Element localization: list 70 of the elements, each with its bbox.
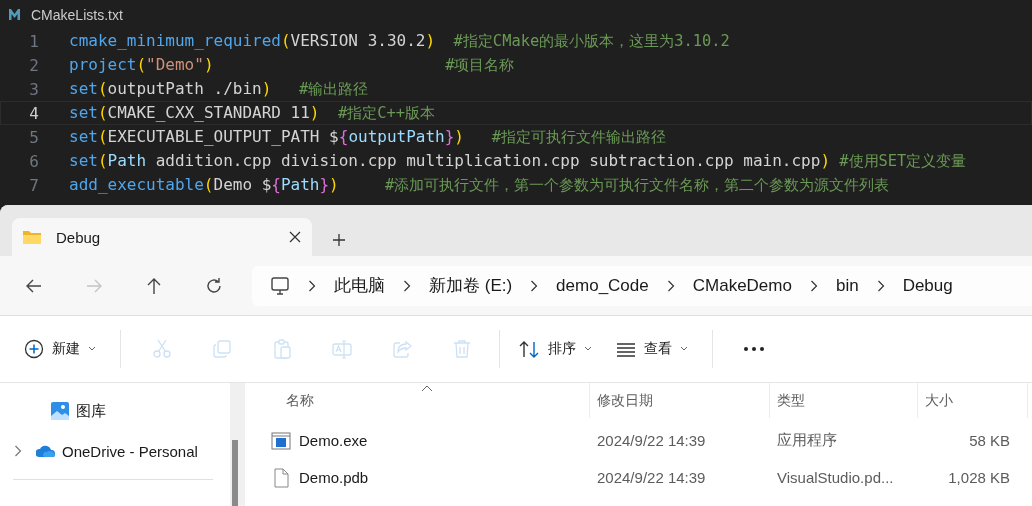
close-icon[interactable]: [288, 230, 302, 244]
more-icon: [743, 347, 765, 351]
column-header[interactable]: 类型: [770, 383, 918, 418]
code-line: project("Demo") #项目名称: [69, 54, 515, 76]
breadcrumb-item[interactable]: bin: [835, 275, 859, 296]
sort-caret-icon: [421, 384, 433, 392]
chevron-right-icon[interactable]: [876, 279, 885, 292]
add-icon: [24, 339, 44, 359]
chevron-down-icon: [584, 346, 592, 352]
line-number: 5: [28, 127, 39, 147]
gallery-icon: [50, 401, 70, 421]
line-number: 4: [28, 103, 39, 123]
clipboard-icon: [272, 339, 292, 359]
computer-icon: [270, 275, 290, 296]
cmake-file-icon: [8, 8, 21, 21]
chevron-down-icon: [88, 346, 96, 352]
explorer-tab[interactable]: Debug: [12, 218, 312, 256]
chevron-right-icon[interactable]: [809, 279, 818, 292]
code-line: cmake_minimum_required(VERSION 3.30.2) #指定CMake的最小版本，这里为3.10.2: [69, 30, 730, 52]
scrollbar-thumb[interactable]: [232, 440, 238, 506]
code-line: set(Path addition.cpp division.cpp multiplication.cpp subtraction.cpp main.cpp) #使用SET定义变量: [69, 150, 967, 172]
code-line: set(outputPath ./bin) #输出路径: [69, 78, 369, 100]
toolbar-button[interactable]: 排序: [518, 331, 602, 367]
copy-icon: [212, 339, 232, 359]
size-cell-text: 1,028 KB: [947, 469, 1011, 486]
column-header[interactable]: 大小: [918, 383, 1028, 418]
sort-arrows-icon: [518, 339, 540, 359]
file-tab-title: CMakeLists.txt: [31, 6, 123, 23]
date-cell-text: 2024/9/22 14:39: [596, 469, 707, 486]
chevron-right-icon[interactable]: [666, 279, 675, 292]
chevron-right-icon[interactable]: [308, 279, 316, 292]
chevron-right-icon[interactable]: [14, 444, 22, 457]
breadcrumb-item[interactable]: demo_Code: [556, 275, 649, 296]
refresh-icon[interactable]: [204, 275, 224, 296]
trash-icon: [452, 339, 472, 359]
code-line: set(EXECUTABLE_OUTPUT_PATH ${outputPath}) #指定可执行文件输出路径: [69, 126, 667, 148]
line-number: 6: [28, 151, 39, 171]
column-header[interactable]: 名称: [245, 383, 590, 418]
size-cell-text: 58 KB: [968, 432, 1011, 449]
breadcrumb-item[interactable]: 新加卷 (E:): [429, 274, 513, 297]
type-cell-text: 应用程序: [776, 431, 838, 450]
folder-icon: [22, 229, 42, 245]
rename-icon: [332, 339, 352, 359]
breadcrumb-item[interactable]: CMakeDemo: [692, 275, 792, 296]
toolbar-button[interactable]: 查看: [616, 331, 698, 367]
file-name[interactable]: Demo.exe: [245, 430, 590, 451]
line-number: 1: [28, 31, 39, 51]
application-icon: [271, 430, 291, 451]
chevron-right-icon[interactable]: [403, 279, 411, 292]
code-line: add_executable(Demo ${Path}) #添加可执行文件，第一个参数为可执行文件名称，第二个参数为源文件列表: [69, 174, 890, 196]
date-cell-text: 2024/9/22 14:39: [596, 432, 707, 449]
code-line: set(CMAKE_CXX_STANDARD 11) #指定C++版本: [69, 102, 436, 124]
toolbar-button[interactable]: 新建: [24, 331, 106, 367]
chevron-down-icon: [680, 346, 688, 352]
address-bar[interactable]: 此电脑 新加卷 (E:) demo_Code CMakeDemo bin Debug: [252, 265, 1032, 306]
share-icon: [392, 339, 412, 359]
line-number: 2: [28, 55, 39, 75]
breadcrumb-item[interactable]: Debug: [902, 275, 953, 296]
chevron-right-icon[interactable]: [530, 279, 539, 292]
breadcrumb-item[interactable]: 此电脑: [334, 274, 385, 297]
line-number: 3: [28, 79, 39, 99]
document-icon: [271, 467, 291, 488]
sidebar-item[interactable]: OneDrive - Personal: [0, 431, 230, 471]
line-number: 7: [28, 175, 39, 195]
file-name[interactable]: Demo.pdb: [245, 467, 590, 488]
type-cell-text: VisualStudio.pd...: [776, 469, 895, 486]
column-header[interactable]: 修改日期: [590, 383, 770, 418]
sidebar-item[interactable]: 图库: [0, 391, 230, 431]
scissors-icon: [152, 339, 172, 359]
new-tab-icon[interactable]: [332, 233, 346, 247]
